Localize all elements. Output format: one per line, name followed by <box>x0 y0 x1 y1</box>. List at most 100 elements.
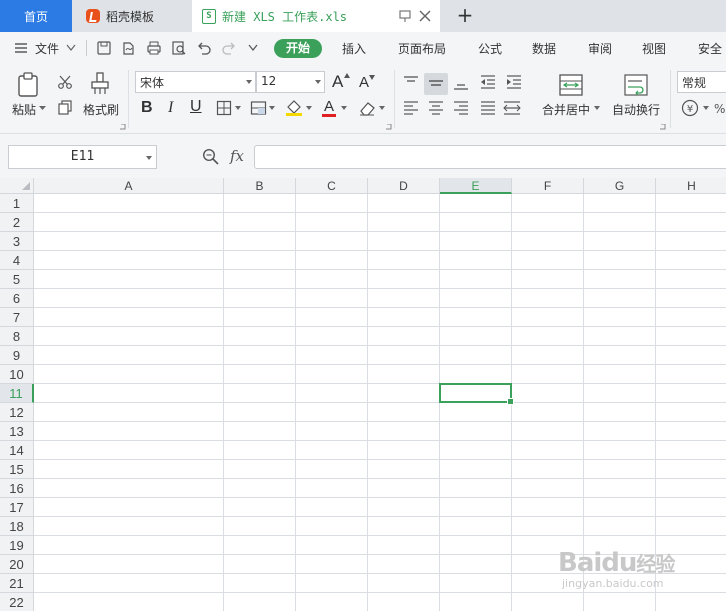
currency-icon[interactable]: ¥ <box>681 99 699 117</box>
row-header-16[interactable]: 16 <box>0 479 34 498</box>
column-header-g[interactable]: G <box>584 178 656 194</box>
customize-toolbar-icon[interactable] <box>248 44 258 52</box>
row-header-13[interactable]: 13 <box>0 422 34 441</box>
decrease-indent-icon[interactable] <box>480 74 496 90</box>
row-header-9[interactable]: 9 <box>0 346 34 365</box>
row-header-2[interactable]: 2 <box>0 213 34 232</box>
row-header-5[interactable]: 5 <box>0 270 34 289</box>
close-tab-icon[interactable] <box>418 9 432 23</box>
merge-center-button[interactable]: 合并居中 <box>542 101 590 118</box>
row-header-8[interactable]: 8 <box>0 327 34 346</box>
active-cell[interactable] <box>439 383 514 405</box>
cell-style-icon[interactable] <box>250 100 268 116</box>
row-header-21[interactable]: 21 <box>0 574 34 593</box>
format-painter-icon[interactable] <box>89 72 111 96</box>
row-header-4[interactable]: 4 <box>0 251 34 270</box>
borders-icon[interactable] <box>216 100 232 116</box>
chevron-down-icon[interactable] <box>703 106 709 111</box>
spreadsheet-grid[interactable]: ABCDEFGH 1 2 3 4 5 6 7 8 9 10 11 12 13 14 15 16 17 18 19 20… <box>0 178 726 611</box>
row-header-17[interactable]: 17 <box>0 498 34 517</box>
hamburger-icon[interactable] <box>14 41 28 55</box>
row-header-18[interactable]: 18 <box>0 517 34 536</box>
format-painter-button[interactable]: 格式刷 <box>83 101 119 118</box>
chevron-down-icon[interactable] <box>39 106 46 111</box>
pin-icon[interactable] <box>398 9 412 23</box>
chevron-down-icon[interactable] <box>269 106 275 111</box>
menu-start[interactable]: 开始 <box>274 39 322 58</box>
row-header-3[interactable]: 3 <box>0 232 34 251</box>
cut-icon[interactable] <box>57 74 73 90</box>
name-box[interactable]: E11 <box>8 145 157 169</box>
insert-function-button[interactable]: fx <box>230 147 244 165</box>
menu-page-layout[interactable]: 页面布局 <box>398 40 446 57</box>
row-header-11[interactable]: 11 <box>0 384 34 403</box>
zoom-search-icon[interactable] <box>202 148 219 165</box>
chevron-down-icon[interactable] <box>341 106 347 111</box>
paste-button[interactable]: 粘贴 <box>12 101 36 118</box>
align-left-icon[interactable] <box>403 101 419 115</box>
chevron-down-icon[interactable] <box>306 106 312 111</box>
menu-security[interactable]: 安全 <box>698 40 722 57</box>
row-header-20[interactable]: 20 <box>0 555 34 574</box>
chevron-down-icon[interactable] <box>66 44 76 52</box>
fill-color-icon[interactable] <box>285 99 303 117</box>
grow-font-button[interactable]: A <box>332 72 343 92</box>
print-icon[interactable] <box>146 40 162 56</box>
row-header-14[interactable]: 14 <box>0 441 34 460</box>
redo-icon[interactable] <box>221 40 237 56</box>
tab-home[interactable]: 首页 <box>0 0 72 32</box>
menu-insert[interactable]: 插入 <box>342 40 366 57</box>
formula-input[interactable] <box>254 145 726 169</box>
percent-icon[interactable]: % <box>714 101 726 115</box>
new-tab-button[interactable]: + <box>455 5 475 25</box>
column-header-e[interactable]: E <box>440 178 512 194</box>
align-top-icon[interactable] <box>403 75 419 89</box>
menu-data[interactable]: 数据 <box>532 40 556 57</box>
chevron-down-icon[interactable] <box>594 106 600 111</box>
wrap-text-button[interactable]: 自动换行 <box>612 101 660 118</box>
print-preview-icon[interactable] <box>171 40 187 56</box>
menu-review[interactable]: 审阅 <box>588 40 612 57</box>
row-header-10[interactable]: 10 <box>0 365 34 384</box>
font-color-button[interactable]: A <box>324 98 334 115</box>
column-header-d[interactable]: D <box>368 178 440 194</box>
align-right-icon[interactable] <box>453 101 469 115</box>
chevron-down-icon[interactable] <box>235 106 241 111</box>
shrink-font-button[interactable]: A <box>359 74 369 91</box>
clear-eraser-icon[interactable] <box>358 100 376 116</box>
tab-template[interactable]: 稻壳模板 <box>74 0 190 32</box>
row-header-1[interactable]: 1 <box>0 194 34 213</box>
increase-indent-icon[interactable] <box>506 74 522 90</box>
row-header-7[interactable]: 7 <box>0 308 34 327</box>
column-header-f[interactable]: F <box>512 178 584 194</box>
merge-center-icon[interactable] <box>558 73 584 97</box>
dialog-launcher-icon[interactable] <box>660 124 666 130</box>
menu-view[interactable]: 视图 <box>642 40 666 57</box>
font-size-select[interactable]: 12 <box>256 71 325 93</box>
output-pdf-icon[interactable] <box>121 40 137 56</box>
dialog-launcher-icon[interactable] <box>386 124 392 130</box>
number-format-select[interactable]: 常规 <box>677 71 726 93</box>
copy-icon[interactable] <box>57 99 73 115</box>
row-header-6[interactable]: 6 <box>0 289 34 308</box>
save-icon[interactable] <box>96 40 112 56</box>
menu-file[interactable]: 文件 <box>35 40 59 57</box>
column-header-h[interactable]: H <box>656 178 726 194</box>
justify-icon[interactable] <box>480 101 496 115</box>
row-header-12[interactable]: 12 <box>0 403 34 422</box>
row-header-22[interactable]: 22 <box>0 593 34 611</box>
dialog-launcher-icon[interactable] <box>120 124 126 130</box>
paste-icon[interactable] <box>16 72 42 98</box>
bold-button[interactable]: B <box>141 99 153 117</box>
italic-button[interactable]: I <box>168 99 173 117</box>
chevron-down-icon[interactable] <box>379 106 385 111</box>
row-header-15[interactable]: 15 <box>0 460 34 479</box>
select-all-button[interactable] <box>0 178 34 194</box>
align-center-icon[interactable] <box>428 101 444 115</box>
distributed-align-icon[interactable] <box>503 101 521 115</box>
undo-icon[interactable] <box>196 40 212 56</box>
align-middle-icon[interactable] <box>428 77 444 91</box>
row-header-19[interactable]: 19 <box>0 536 34 555</box>
underline-button[interactable]: U <box>190 98 202 116</box>
menu-formulas[interactable]: 公式 <box>478 40 502 57</box>
